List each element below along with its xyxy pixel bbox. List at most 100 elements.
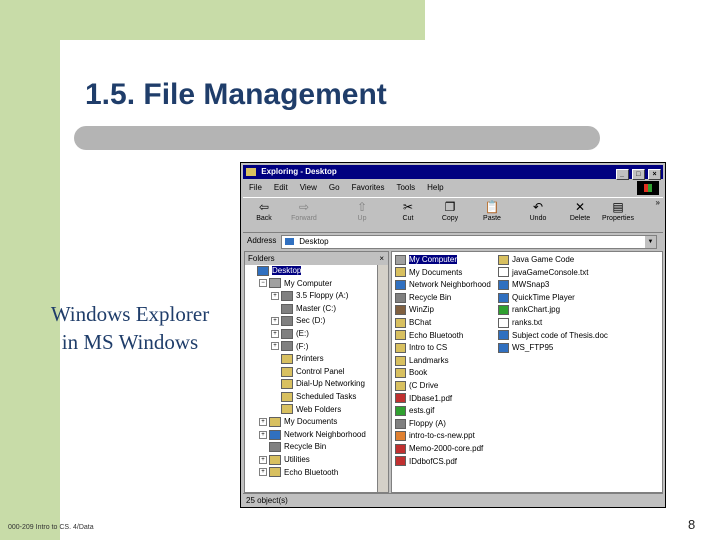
menu-favorites[interactable]: Favorites	[346, 181, 391, 195]
undo-button[interactable]: ↶ Undo	[519, 200, 557, 222]
toolbar-chevron-icon[interactable]: »	[656, 198, 660, 207]
expand-icon[interactable]: +	[259, 455, 267, 464]
file-item-memo-2000-core-pdf[interactable]: Memo-2000-core.pdf	[395, 443, 491, 456]
file-item-rankchart-jpg[interactable]: rankChart.jpg	[498, 304, 608, 317]
file-item-c-drive[interactable]: (C Drive	[395, 380, 491, 393]
expand-icon[interactable]: +	[259, 468, 267, 477]
expand-icon[interactable]: +	[271, 317, 279, 326]
tree-item-3-5-floppy-a[interactable]: +3.5 Floppy (A:)	[245, 290, 388, 303]
tree-item-recycle-bin[interactable]: Recycle Bin	[245, 441, 388, 454]
window-titlebar[interactable]: Exploring - Desktop _ □ ×	[243, 165, 663, 180]
menu-edit[interactable]: Edit	[268, 181, 294, 195]
file-item-quicktime-player[interactable]: QuickTime Player	[498, 292, 608, 305]
file-icon	[395, 406, 406, 417]
back-button[interactable]: ⇦ Back	[245, 200, 283, 222]
paste-button[interactable]: 📋 Paste	[473, 200, 511, 222]
sec-d-icon	[281, 316, 293, 327]
file-item-winzip[interactable]: WinZip	[395, 304, 491, 317]
cut-button[interactable]: ✂ Cut	[389, 200, 427, 222]
file-name: QuickTime Player	[512, 292, 575, 302]
file-icon	[395, 380, 406, 391]
folder-pane-close-icon[interactable]: ×	[379, 252, 384, 265]
file-icon	[395, 456, 406, 467]
expand-icon[interactable]: +	[259, 418, 267, 427]
forward-button[interactable]: ⇨ Forward	[285, 200, 323, 222]
menu-view[interactable]: View	[294, 181, 323, 195]
file-icon	[395, 305, 406, 316]
expand-icon[interactable]: +	[259, 430, 267, 439]
tree-item-network-neighborhood[interactable]: + Network Neighborhood	[245, 429, 388, 442]
paste-label: Paste	[483, 215, 501, 222]
tree-item-master-c[interactable]: Master (C:)	[245, 303, 388, 316]
expand-icon[interactable]: +	[271, 292, 279, 301]
tree-item-desktop[interactable]: Desktop	[245, 265, 388, 278]
file-item-subject-code-of-thesis-doc[interactable]: Subject code of Thesis.doc	[498, 330, 608, 343]
tree-item-scheduled-tasks[interactable]: Scheduled Tasks	[245, 391, 388, 404]
tree-item-my-computer[interactable]: − My Computer	[245, 278, 388, 291]
folders-header-label: Folders	[248, 254, 275, 263]
minimize-button[interactable]: _	[615, 169, 629, 180]
file-item-ws-ftp95[interactable]: WS_FTP95	[498, 342, 608, 355]
delete-button[interactable]: ✕ Delete	[561, 200, 599, 222]
file-name: rankChart.jpg	[512, 305, 561, 315]
tree-item-echo-bluetooth[interactable]: + Echo Bluetooth	[245, 467, 388, 480]
file-item-recycle-bin[interactable]: Recycle Bin	[395, 292, 491, 305]
menu-go[interactable]: Go	[323, 181, 346, 195]
tree-item-f[interactable]: + (F:)	[245, 341, 388, 354]
maximize-button[interactable]: □	[631, 169, 645, 180]
copy-button[interactable]: ❐ Copy	[431, 200, 469, 222]
file-item-book[interactable]: Book	[395, 367, 491, 380]
address-field[interactable]: Desktop ▼	[281, 235, 657, 249]
file-item-network-neighborhood[interactable]: Network Neighborhood	[395, 279, 491, 292]
caption-line-2: in MS Windows	[61, 330, 199, 354]
file-item-echo-bluetooth[interactable]: Echo Bluetooth	[395, 330, 491, 343]
file-item-mwsnap3[interactable]: MWSnap3	[498, 279, 608, 292]
address-dropdown-icon[interactable]: ▼	[645, 236, 656, 248]
file-item-intro-to-cs[interactable]: Intro to CS	[395, 342, 491, 355]
file-item-java-game-code[interactable]: Java Game Code	[498, 254, 608, 267]
menu-file[interactable]: File	[243, 181, 268, 195]
explorer-folder-icon	[246, 167, 256, 176]
file-item-my-documents[interactable]: My Documents	[395, 267, 491, 280]
expand-icon[interactable]: +	[271, 329, 279, 338]
file-icon	[498, 280, 509, 291]
properties-button[interactable]: ▤ Properties	[599, 200, 637, 222]
dial-up-networking-icon	[281, 379, 293, 390]
file-name: ranks.txt	[512, 317, 543, 327]
file-item-ranks-txt[interactable]: ranks.txt	[498, 317, 608, 330]
file-item-floppy-a[interactable]: Floppy (A)	[395, 418, 491, 431]
file-name: Recycle Bin	[409, 292, 452, 302]
close-button[interactable]: ×	[648, 169, 661, 180]
status-bar: 25 object(s)	[243, 493, 663, 507]
file-item-javagameconsole-txt[interactable]: javaGameConsole.txt	[498, 267, 608, 280]
file-name: ests.gif	[409, 406, 435, 416]
expand-icon[interactable]: +	[271, 342, 279, 351]
tree-item-web-folders[interactable]: Web Folders	[245, 404, 388, 417]
tree-item-printers[interactable]: Printers	[245, 353, 388, 366]
web-folders-icon	[281, 404, 293, 415]
menu-help[interactable]: Help	[421, 181, 449, 195]
file-item-my-computer[interactable]: My Computer	[395, 254, 491, 267]
up-button[interactable]: ⇧ Up	[343, 200, 381, 222]
tree-item-control-panel[interactable]: Control Panel	[245, 366, 388, 379]
file-item-landmarks[interactable]: Landmarks	[395, 355, 491, 368]
folder-tree-scrollbar[interactable]	[377, 265, 388, 492]
tree-item-dial-up-networking[interactable]: Dial-Up Networking	[245, 378, 388, 391]
file-icon	[395, 393, 406, 404]
tree-item-label: Scheduled Tasks	[296, 391, 357, 401]
tree-item-my-documents[interactable]: + My Documents	[245, 416, 388, 429]
tree-item-sec-d[interactable]: + Sec (D:)	[245, 315, 388, 328]
file-item-intro-to-cs-new-ppt[interactable]: intro-to-cs-new.ppt	[395, 430, 491, 443]
menu-tools[interactable]: Tools	[390, 181, 421, 195]
tree-item-e[interactable]: + (E:)	[245, 328, 388, 341]
file-icon	[395, 343, 406, 354]
file-item-ests-gif[interactable]: ests.gif	[395, 405, 491, 418]
file-item-idbase1-pdf[interactable]: IDbase1.pdf	[395, 393, 491, 406]
file-item-iddbofcs-pdf[interactable]: IDdbofCS.pdf	[395, 456, 491, 469]
file-icon	[498, 267, 509, 278]
tree-item-utilities[interactable]: + Utilities	[245, 454, 388, 467]
slide-footer: 000-209 Intro to CS. 4/Data	[8, 524, 94, 531]
collapse-icon[interactable]: −	[259, 279, 267, 288]
file-item-bchat[interactable]: BChat	[395, 317, 491, 330]
echo-bluetooth-icon	[269, 467, 281, 478]
